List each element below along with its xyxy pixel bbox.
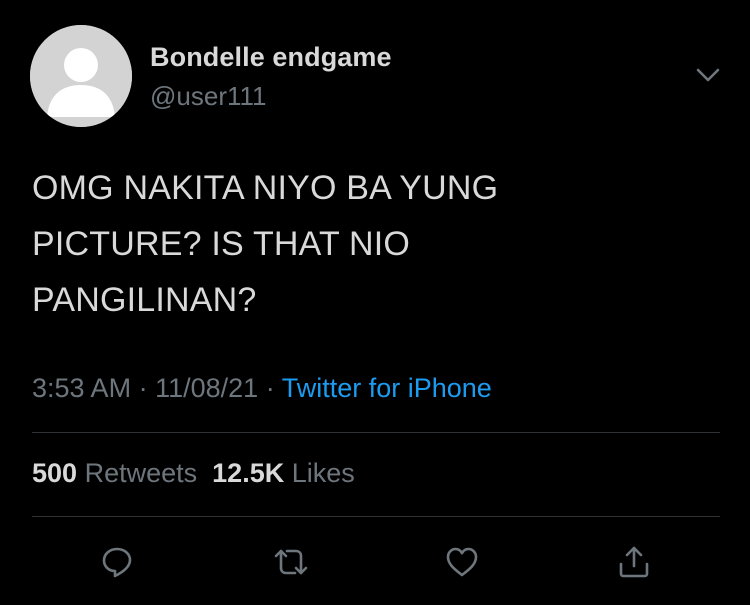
retweet-button[interactable]: [269, 540, 313, 584]
likes-label: Likes: [291, 458, 355, 488]
meta-separator: ·: [138, 373, 148, 403]
like-button[interactable]: [440, 540, 484, 584]
tweet-actions-bar: [0, 540, 750, 584]
divider: [32, 432, 720, 433]
heart-icon: [446, 547, 478, 577]
retweets-label: Retweets: [84, 458, 198, 488]
likes-stat[interactable]: 12.5K Likes: [212, 458, 355, 488]
retweet-icon: [274, 549, 308, 575]
tweet-detail: Bondelle endgame @user111 OMG NAKITA NIY…: [0, 0, 750, 605]
tweet-stats: 500 Retweets 12.5K Likes: [32, 458, 355, 489]
tweet-date[interactable]: 11/08/21: [155, 373, 258, 403]
retweets-count: 500: [32, 458, 78, 488]
divider: [32, 516, 720, 517]
retweets-stat[interactable]: 500 Retweets: [32, 458, 197, 488]
share-button[interactable]: [612, 540, 656, 584]
tweet-meta: 3:53 AM · 11/08/21 · Twitter for iPhone: [32, 373, 492, 404]
tweet-text-line: PANGILINAN?: [32, 281, 257, 319]
reply-button[interactable]: [95, 540, 139, 584]
share-icon: [619, 546, 649, 578]
reply-icon: [102, 547, 132, 578]
more-options-button[interactable]: [688, 58, 728, 92]
tweet-text-line: OMG NAKITA NIYO BA YUNG: [32, 169, 499, 207]
likes-count: 12.5K: [212, 458, 285, 488]
author-handle[interactable]: @user111: [150, 81, 267, 112]
author-display-name[interactable]: Bondelle endgame: [150, 42, 392, 73]
tweet-time[interactable]: 3:53 AM: [32, 373, 131, 403]
tweet-source-link[interactable]: Twitter for iPhone: [282, 373, 492, 403]
avatar[interactable]: [30, 25, 132, 127]
chevron-down-icon: [696, 68, 720, 82]
tweet-text-line: PICTURE? IS THAT NIO: [32, 225, 411, 263]
default-avatar-icon: [30, 25, 132, 127]
tweet-text: OMG NAKITA NIYO BA YUNG PICTURE? IS THAT…: [32, 160, 672, 328]
meta-separator: ·: [265, 373, 275, 403]
